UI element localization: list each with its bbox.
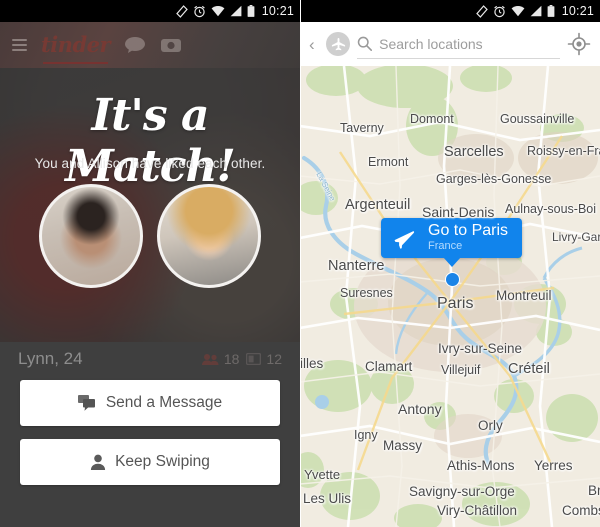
map-label: Clamart [365,359,413,374]
rotation-lock-icon [175,4,188,18]
keep-swiping-label: Keep Swiping [115,453,210,470]
wifi-icon [211,6,225,17]
search-bar: ‹ [300,22,600,66]
map-label: Argenteuil [345,197,411,213]
map-label: Paris [437,295,474,312]
map-label: Ermont [368,155,409,169]
dual-screenshot: 10:21 tinder It's a Match! You and Allis… [0,0,600,527]
friends-icon [201,354,219,365]
map-label: Combs- [562,503,600,518]
photos-count: 12 [266,351,282,367]
search-field-wrapper [357,29,560,59]
battery-icon [247,4,255,17]
map-label: Yerres [534,458,573,473]
map-label: Les Ulis [303,491,352,506]
match-title: It's a Match! [65,90,236,192]
map-label: Aulnay-sous-Boi [505,202,597,216]
map-label: Savigny-sur-Orge [409,484,515,499]
map-label: Créteil [508,361,550,377]
map-label: Nanterre [328,258,385,274]
match-hero: It's a Match! You and Allison have liked… [0,68,300,342]
callout-title: Go to Paris [428,222,509,240]
map-label: Athis-Mons [447,458,515,473]
map-label: Roissy-en-Franc [527,144,600,158]
callout-text: Go to Paris France [428,223,508,252]
chat-bubble-icon[interactable] [124,36,146,54]
send-a-message-label: Send a Message [105,394,223,411]
map-label: Garges-lès-Gonesse [436,172,552,186]
map-label: Montreuil [496,288,552,303]
map-label: Taverny [340,121,384,135]
map-label: Yvette [304,467,341,482]
profile-stats: 18 12 [201,351,282,367]
map-label: Saint-Denis [422,204,495,220]
battery-icon [547,4,555,17]
tinder-logo: tinder [41,31,111,64]
match-action-buttons: Send a Message Keep Swiping [0,376,300,485]
status-bar-clock: 10:21 [561,4,594,18]
wifi-icon [511,6,525,17]
hamburger-menu-icon[interactable] [12,39,27,51]
camera-icon[interactable] [160,36,182,54]
panel-divider [300,0,301,527]
map-label: Bri [588,483,600,498]
profile-name-age: Lynn, 24 [18,349,83,368]
friends-count: 18 [223,351,240,367]
map-label: Massy [383,438,423,453]
signal-icon [230,5,242,17]
map-label: Villejuif [441,363,481,377]
map-label: illes [300,356,324,371]
signal-icon [530,5,542,17]
map-label: Domont [410,112,454,126]
map-label: Livry-Garg [552,230,600,244]
my-location-crosshair-icon[interactable] [567,32,591,56]
go-to-paris-callout[interactable]: Go to Paris France [381,218,523,267]
map-label: Goussainville [500,112,575,126]
friends-stat: 18 [201,351,240,367]
alarm-clock-icon [193,5,205,17]
tinder-app-header: tinder [0,22,300,68]
status-bar-clock: 10:21 [261,4,294,18]
photos-stat: 12 [246,351,282,367]
airplane-icon [394,230,415,249]
map-app-panel: 10:21 ‹ Search locations Go to Paris Fra… [300,0,600,527]
rotation-lock-icon [475,4,488,18]
avatar-self[interactable] [39,184,143,288]
map-canvas[interactable]: Go to Paris France Taverny Domont Goussain… [300,66,600,527]
tinder-app-panel: 10:21 tinder It's a Match! You and Allis… [0,0,300,527]
map-label: Viry-Châtillon [437,503,518,518]
map-label: Orly [478,418,503,433]
map-label: Ivry-sur-Seine [438,341,523,356]
keep-swiping-button[interactable]: Keep Swiping [20,439,280,485]
profile-meta-row: Lynn, 24 18 12 [0,342,300,376]
message-bubbles-icon [77,395,95,411]
status-bar-right: 10:21 [300,0,600,22]
alarm-clock-icon [493,5,505,17]
search-input[interactable] [379,35,560,52]
avatar-match[interactable] [157,184,261,288]
status-bar-left: 10:21 [0,0,300,22]
map-label: Sarcelles [444,144,504,160]
match-subtitle: You and Allison have liked each other. [34,156,266,171]
paris-location-marker [445,272,460,287]
map-label: Igny [354,428,378,442]
callout-subtitle: France [428,240,463,253]
map-label: Antony [398,401,442,417]
photos-icon [246,353,262,365]
airplane-circle-icon[interactable] [326,32,350,56]
back-chevron-icon[interactable]: ‹ [309,36,319,53]
search-icon [357,36,373,51]
person-icon [90,454,106,470]
match-avatars [0,184,300,288]
send-a-message-button[interactable]: Send a Message [20,380,280,426]
map-label: Suresnes [340,286,393,300]
